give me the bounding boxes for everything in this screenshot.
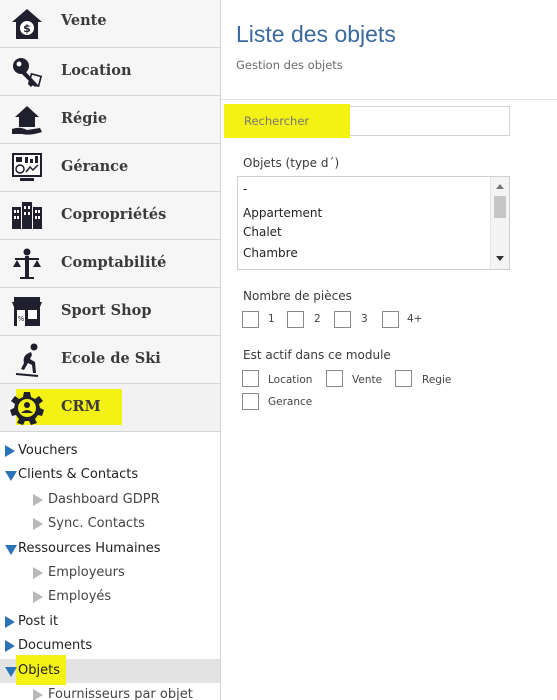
rooms-option-label: 2 (314, 313, 321, 325)
module-location[interactable]: Location (0, 48, 220, 96)
module-label: Location (61, 62, 132, 79)
module-option-label: Gerance (268, 396, 313, 408)
modules-label: Est actif dans ce module (243, 348, 391, 362)
listbox-option[interactable]: Appartement (243, 206, 322, 220)
gear-person-icon (10, 391, 44, 425)
module-label: Régie (61, 110, 108, 127)
collapse-arrow-icon[interactable] (5, 471, 17, 482)
tree-item-employeurs[interactable]: Employeurs (0, 561, 220, 585)
leaf-arrow-icon (33, 688, 43, 700)
collapse-arrow-icon[interactable] (5, 544, 17, 555)
rooms-option-label: 3 (361, 313, 368, 325)
expand-arrow-icon[interactable] (5, 640, 15, 653)
module-comptabilite[interactable]: Comptabilité (0, 240, 220, 288)
tree-item-employes[interactable]: Employés (0, 585, 220, 609)
tree-item-ressources-humaines[interactable]: Ressources Humaines (0, 537, 220, 561)
module-option-label: Regie (422, 374, 452, 386)
module-label: Copropriétés (61, 206, 167, 223)
module-label: CRM (61, 398, 101, 415)
rooms-checkbox-1[interactable] (242, 311, 259, 328)
leaf-arrow-icon (33, 566, 43, 579)
tree-item-clients-contacts[interactable]: Clients & Contacts (0, 463, 220, 487)
module-vente[interactable]: $ Vente (0, 0, 220, 48)
page-subtitle: Gestion des objets (236, 58, 343, 72)
listbox-scrollbar[interactable] (490, 177, 509, 269)
search-box (224, 104, 510, 138)
listbox-option[interactable]: Chalet (243, 225, 282, 239)
module-coproprietes[interactable]: Copropriétés (0, 192, 220, 240)
rooms-option-label: 4+ (407, 313, 423, 325)
page-title: Liste des objets (236, 21, 396, 47)
search-input[interactable] (238, 107, 509, 135)
expand-arrow-icon[interactable] (5, 615, 15, 628)
module-checkbox-regie[interactable] (395, 370, 412, 387)
module-label: Sport Shop (61, 302, 152, 319)
module-label: Vente (61, 12, 107, 29)
rooms-checkbox-2[interactable] (287, 311, 304, 328)
types-label: Objets (type d´) (243, 156, 340, 170)
module-checkbox-location[interactable] (242, 370, 259, 387)
tree-item-post-it[interactable]: Post it (0, 610, 220, 634)
rooms-label: Nombre de pièces (243, 289, 352, 303)
rooms-option-label: 1 (268, 313, 275, 325)
skier-icon (10, 343, 44, 377)
module-ecole-de-ski[interactable]: Ecole de Ski (0, 336, 220, 384)
scroll-up-icon[interactable] (496, 184, 504, 189)
leaf-arrow-icon (33, 591, 43, 604)
tree-item-dashboard-gdpr[interactable]: Dashboard GDPR (0, 488, 220, 512)
shop-icon: % (10, 295, 44, 329)
tree-item-vouchers[interactable]: Vouchers (0, 439, 220, 463)
listbox-option[interactable]: - (243, 182, 247, 196)
module-crm[interactable]: CRM (0, 384, 220, 432)
module-option-label: Vente (352, 374, 383, 386)
crm-tree: Vouchers Clients & Contacts Dashboard GD… (0, 438, 220, 700)
keys-icon (10, 55, 44, 89)
scroll-down-icon[interactable] (496, 256, 504, 261)
module-label: Gérance (61, 158, 129, 175)
tree-item-fournisseurs-par-objet[interactable]: Fournisseurs par objet (0, 683, 220, 700)
leaf-arrow-icon (33, 493, 43, 506)
sidebar: $ Vente Location Régie Gérance Coproprié… (0, 0, 221, 700)
hand-house-icon (10, 103, 44, 137)
module-label: Ecole de Ski (61, 350, 161, 367)
module-checkbox-vente[interactable] (326, 370, 343, 387)
types-listbox[interactable]: - Appartement Chalet Chambre (237, 176, 510, 270)
rooms-checkbox-3[interactable] (334, 311, 351, 328)
expand-arrow-icon[interactable] (5, 445, 15, 457)
header-divider (221, 99, 557, 100)
house-dollar-icon: $ (10, 7, 44, 41)
module-option-label: Location (268, 374, 313, 386)
scales-person-icon (10, 247, 44, 281)
listbox-option[interactable]: Chambre (243, 246, 298, 260)
svg-text:$: $ (23, 22, 31, 35)
rooms-checkbox-4plus[interactable] (382, 311, 399, 328)
leaf-arrow-icon (33, 518, 43, 531)
module-regie[interactable]: Régie (0, 96, 220, 144)
module-gerance[interactable]: Gérance (0, 144, 220, 192)
module-label: Comptabilité (61, 254, 167, 271)
main-panel: Liste des objets Gestion des objets Obje… (221, 0, 557, 700)
svg-text:%: % (18, 315, 25, 323)
collapse-arrow-icon[interactable] (5, 666, 17, 677)
tree-item-objets[interactable]: Objets (0, 654, 220, 685)
tree-item-sync-contacts[interactable]: Sync. Contacts (0, 512, 220, 536)
module-sport-shop[interactable]: % Sport Shop (0, 288, 220, 336)
scroll-thumb[interactable] (494, 196, 506, 218)
dashboard-screen-icon (10, 151, 44, 185)
buildings-icon (10, 199, 44, 233)
module-checkbox-gerance[interactable] (242, 393, 259, 410)
